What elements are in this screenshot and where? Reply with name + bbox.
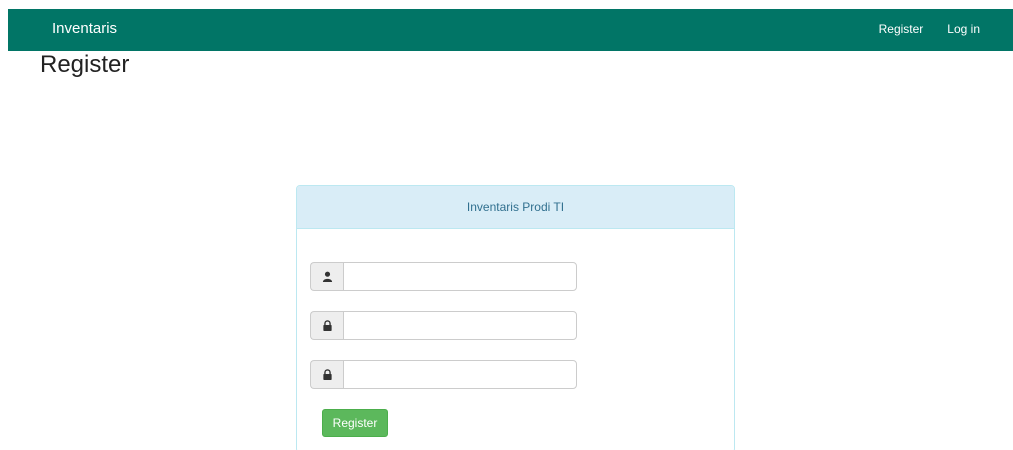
username-input-group xyxy=(310,262,577,291)
confirm-password-input-group xyxy=(310,360,577,389)
password-field[interactable] xyxy=(343,311,577,340)
password-input-group xyxy=(310,311,577,340)
nav-links: Register Log in xyxy=(879,22,980,36)
confirm-password-field[interactable] xyxy=(343,360,577,389)
lock-icon xyxy=(310,311,343,340)
top-navbar: Inventaris Register Log in xyxy=(8,9,1013,51)
page-title: Register xyxy=(40,51,130,78)
register-panel: Inventaris Prodi TI Register xyxy=(296,185,735,450)
brand-link[interactable]: Inventaris xyxy=(52,20,117,37)
username-field[interactable] xyxy=(343,262,577,291)
register-button[interactable]: Register xyxy=(322,409,388,437)
user-icon xyxy=(310,262,343,291)
panel-heading: Inventaris Prodi TI xyxy=(297,186,734,229)
nav-login-link[interactable]: Log in xyxy=(947,22,980,36)
lock-icon xyxy=(310,360,343,389)
nav-register-link[interactable]: Register xyxy=(879,22,924,36)
